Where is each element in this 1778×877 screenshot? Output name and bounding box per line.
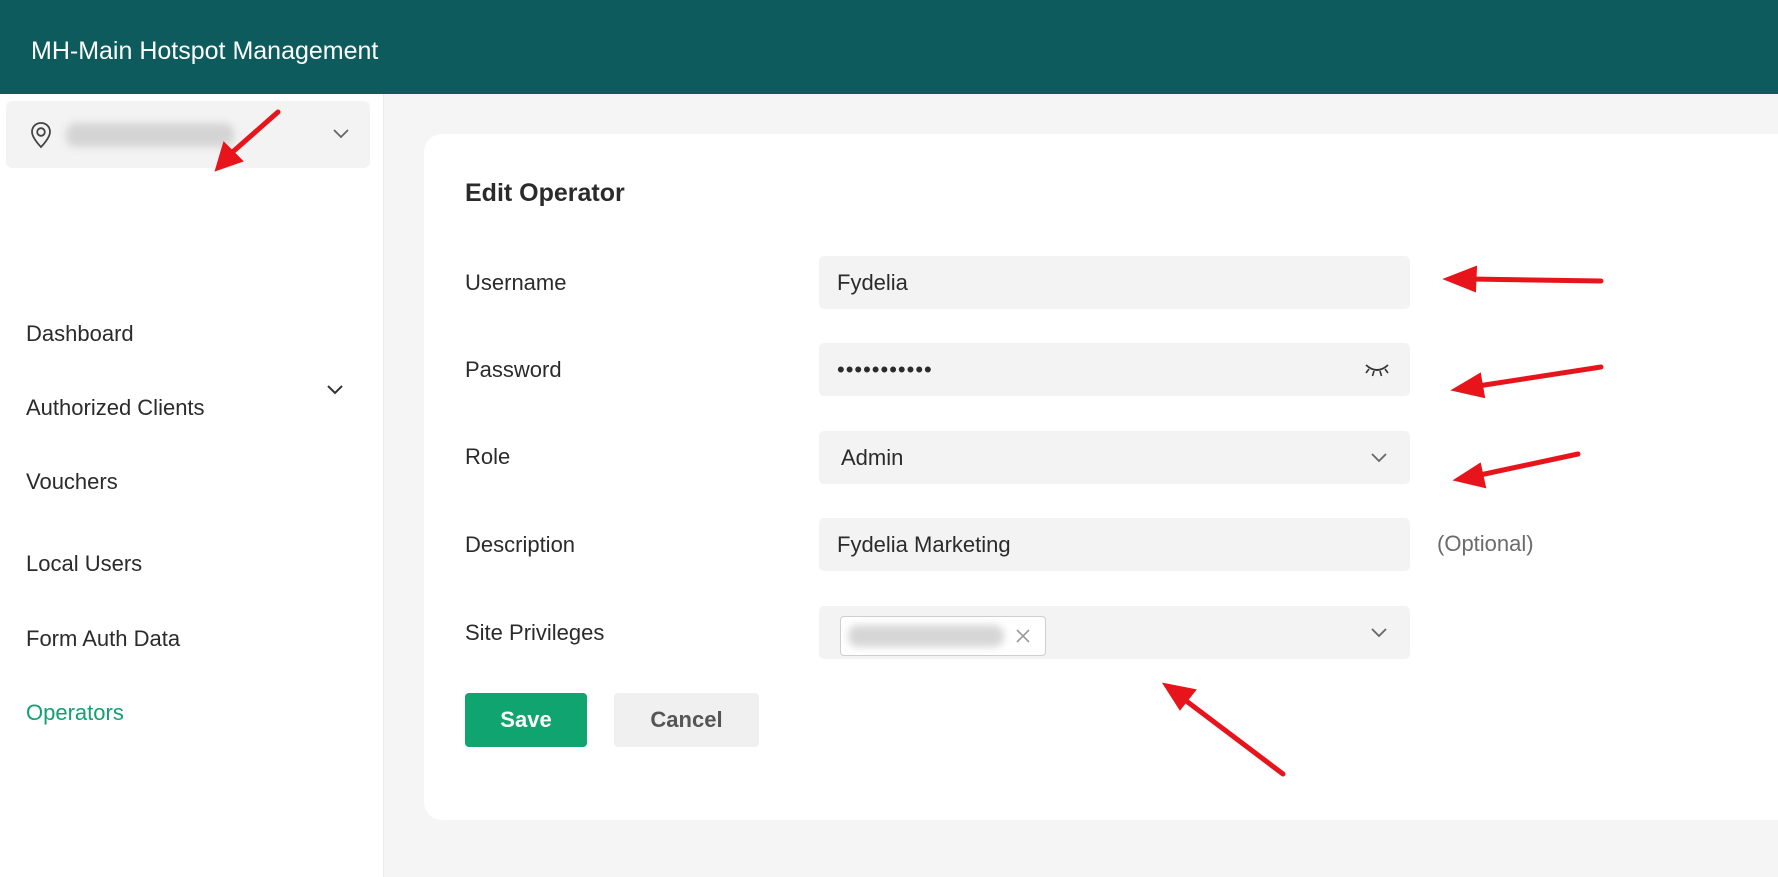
- app-title: MH-Main Hotspot Management: [31, 37, 379, 65]
- location-pin-icon: [31, 122, 51, 149]
- chevron-down-icon: [1371, 628, 1387, 638]
- site-privileges-select[interactable]: [819, 606, 1410, 659]
- site-name-redacted: [66, 123, 234, 147]
- username-label: Username: [465, 270, 567, 295]
- username-input[interactable]: [819, 256, 1410, 309]
- role-label: Role: [465, 444, 511, 469]
- top-bar: MH-Main Hotspot Management: [0, 0, 1778, 94]
- username-field-container: [819, 256, 1410, 309]
- site-selector[interactable]: [6, 101, 370, 168]
- site-tag-name-redacted: [848, 625, 1004, 647]
- save-button[interactable]: Save: [465, 693, 587, 747]
- description-label: Description: [465, 532, 576, 557]
- description-field-container: [819, 518, 1410, 571]
- sidebar-item-local-users[interactable]: Local Users: [26, 551, 142, 577]
- sidebar-item-authorized-clients[interactable]: Authorized Clients: [26, 395, 205, 421]
- password-label: Password: [465, 357, 562, 382]
- sidebar-item-dashboard[interactable]: Dashboard: [26, 321, 134, 347]
- role-select[interactable]: Admin: [819, 431, 1410, 484]
- page-title: Edit Operator: [465, 179, 625, 207]
- site-privileges-label: Site Privileges: [465, 620, 605, 645]
- cancel-button[interactable]: Cancel: [614, 693, 759, 747]
- sidebar-item-vouchers[interactable]: Vouchers: [26, 469, 118, 495]
- password-field-container: [819, 343, 1410, 396]
- close-icon[interactable]: [1015, 628, 1031, 644]
- password-input[interactable]: [819, 343, 1410, 396]
- optional-hint: (Optional): [1437, 531, 1534, 556]
- chevron-down-icon: [1371, 453, 1387, 463]
- sidebar-item-operators[interactable]: Operators: [26, 700, 124, 726]
- role-selected-value: Admin: [841, 445, 904, 470]
- description-input[interactable]: [819, 518, 1410, 571]
- eye-closed-icon[interactable]: [1363, 360, 1391, 378]
- chevron-down-icon: [333, 129, 349, 139]
- chevron-down-icon[interactable]: [326, 384, 344, 396]
- site-tag: [840, 616, 1046, 656]
- sidebar-item-form-auth-data[interactable]: Form Auth Data: [26, 626, 180, 652]
